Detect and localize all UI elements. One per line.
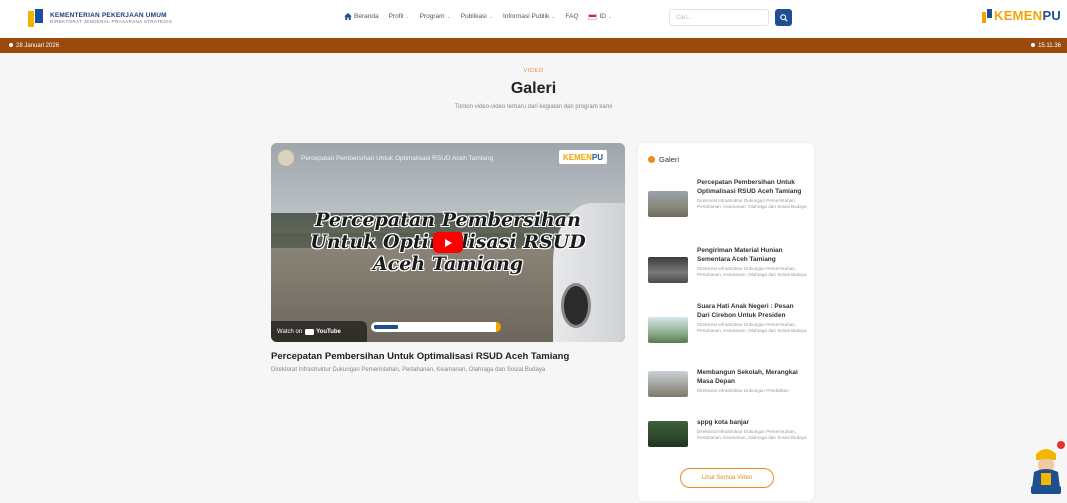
video-thumbnail <box>648 317 688 343</box>
video-overlay-title[interactable]: Percepatan Pembersihan Untuk Optimalisas… <box>301 155 493 162</box>
watch-on-label: Watch on <box>277 328 303 335</box>
brand-subtitle: DIREKTORAT JENDERAL PRASARANA STRATEGIS <box>50 19 173 25</box>
list-item[interactable]: Suara Hati Anak Negeri : Pesan Dari Cire… <box>648 303 808 359</box>
date-display: 28 Januari 2026 <box>9 43 59 49</box>
list-item-subtitle: Direktorat Infrastruktur Dukungan Pemeri… <box>697 321 807 333</box>
main-nav: Beranda Profil ⌄ Program ⌄ Publikasi ⌄ I… <box>344 13 612 20</box>
chevron-down-icon: ⌄ <box>607 13 613 20</box>
nav-item-beranda[interactable]: Beranda <box>344 13 379 20</box>
kemenpu-logo[interactable]: KEMENPU <box>982 8 1061 23</box>
youtube-label: YouTube <box>316 328 341 335</box>
list-item[interactable]: Membangun Sekolah, Merangkai Masa Depan … <box>648 369 808 403</box>
date-text: 28 Januari 2026 <box>16 42 60 49</box>
logo-word-pu: PU <box>1042 8 1062 23</box>
thumbnail-title-line: Percepatan Pembersihan <box>315 209 581 231</box>
list-item[interactable]: Percepatan Pembersihan Untuk Optimalisas… <box>648 179 808 231</box>
chevron-down-icon: ⌄ <box>551 13 556 20</box>
channel-avatar[interactable] <box>277 149 295 167</box>
list-item-subtitle: Direktorat Infrastruktur Dukungan Pemeri… <box>697 265 807 277</box>
sidebar-heading: Galeri <box>648 155 679 164</box>
nav-label: Beranda <box>354 13 379 20</box>
chevron-down-icon: ⌄ <box>488 13 493 20</box>
time-display: 15.11.36 <box>1031 43 1061 49</box>
clock-dot-icon <box>1031 42 1036 47</box>
section-eyebrow: VIDEO <box>523 68 544 74</box>
nav-item-informasi-publik[interactable]: Informasi Publik ⌄ <box>503 13 555 20</box>
youtube-icon <box>305 328 315 335</box>
home-icon <box>344 13 352 20</box>
nav-label: Publikasi <box>460 13 487 20</box>
nav-item-program[interactable]: Program ⌄ <box>420 13 451 20</box>
page-title: Galeri <box>510 80 557 97</box>
search-input[interactable]: Cari... <box>669 9 769 26</box>
language-label: ID <box>599 13 606 20</box>
calendar-dot-icon <box>9 42 13 47</box>
list-item-title: Percepatan Pembersihan Untuk Optimalisas… <box>697 179 802 195</box>
indonesia-flag-icon <box>588 13 598 20</box>
chevron-down-icon: ⌄ <box>405 13 410 20</box>
date-bar: 28 Januari 2026 15.11.36 <box>0 38 1067 53</box>
watermark-word-kemen: KEMEN <box>563 152 592 162</box>
list-item-title: Membangun Sekolah, Merangkai Masa Depan <box>697 369 798 385</box>
video-player[interactable]: Percepatan Pembersihan Untuk Optimalisas… <box>271 143 625 342</box>
play-icon <box>445 238 452 247</box>
play-button[interactable] <box>433 232 463 253</box>
nav-item-publikasi[interactable]: Publikasi ⌄ <box>461 13 493 20</box>
list-item-subtitle: Direktorat Infrastruktur Dukungan Pemeri… <box>697 197 807 209</box>
gallery-sidebar: Galeri Percepatan Pembersihan Untuk Opti… <box>638 143 814 501</box>
video-watermark-logo: KEMEN PU <box>559 150 608 164</box>
kemenpu-mark-icon <box>982 8 992 23</box>
list-item[interactable]: sppg kota banjar Direktorat Infrastruktu… <box>648 419 808 455</box>
gallery-icon <box>648 156 655 163</box>
ministry-logo-icon <box>28 9 44 27</box>
video-caption-title: Percepatan Pembersihan Untuk Optimalisas… <box>271 351 570 362</box>
nav-label: FAQ <box>565 13 579 20</box>
watermark-word-pu: PU <box>591 152 604 162</box>
sidebar-heading-label: Galeri <box>659 155 680 164</box>
video-thumbnail <box>648 371 688 397</box>
nav-label: Informasi Publik <box>502 13 550 20</box>
video-thumbnail <box>648 421 688 447</box>
list-item-title: sppg kota banjar <box>697 419 750 426</box>
brand-logo-link[interactable]: KEMENTERIAN PEKERJAAN UMUM DIREKTORAT JE… <box>28 9 172 27</box>
list-item-title: Suara Hati Anak Negeri : Pesan Dari Cire… <box>697 303 794 319</box>
view-all-videos-button[interactable]: Lihat Semua Video <box>680 468 774 488</box>
chevron-down-icon: ⌄ <box>446 13 451 20</box>
nav-item-faq[interactable]: FAQ <box>565 13 578 20</box>
site-header: KEMENTERIAN PEKERJAAN UMUM DIREKTORAT JE… <box>0 0 1067 38</box>
video-lower-third-graphic <box>371 322 501 332</box>
logo-word-kemen: KEMEN <box>994 8 1043 23</box>
video-thumbnail <box>648 191 688 217</box>
language-selector[interactable]: ID ⌄ <box>588 13 612 20</box>
thumbnail-title-line: Aceh Tamiang <box>372 252 524 275</box>
search-placeholder: Cari... <box>676 14 693 21</box>
nav-item-profil[interactable]: Profil ⌄ <box>389 13 410 20</box>
search-button[interactable] <box>775 9 792 26</box>
search-icon <box>779 13 788 22</box>
list-item-subtitle: Direktorat Infrastruktur Dukungan Pemeri… <box>697 428 807 440</box>
nav-label: Program <box>419 13 445 20</box>
list-item[interactable]: Pengiriman Material Hunian Sementara Ace… <box>648 247 808 293</box>
list-item-title: Pengiriman Material Hunian Sementara Ace… <box>697 247 783 263</box>
time-text: 15.11.36 <box>1038 42 1061 49</box>
chat-assistant-mascot-icon[interactable] <box>1026 440 1066 495</box>
video-caption-subtitle: Direktorat Infrastruktur Dukungan Pemeri… <box>271 367 546 373</box>
page-description: Tonton video-video terbaru dari kegiatan… <box>454 104 613 110</box>
list-item-subtitle: Direktorat Infrastruktur Dukungan Pendid… <box>697 387 789 393</box>
brand-title: KEMENTERIAN PEKERJAAN UMUM <box>50 11 167 19</box>
nav-label: Profil <box>388 13 404 20</box>
video-thumbnail <box>648 257 688 283</box>
watch-on-youtube-button[interactable]: Watch on YouTube <box>271 321 367 342</box>
